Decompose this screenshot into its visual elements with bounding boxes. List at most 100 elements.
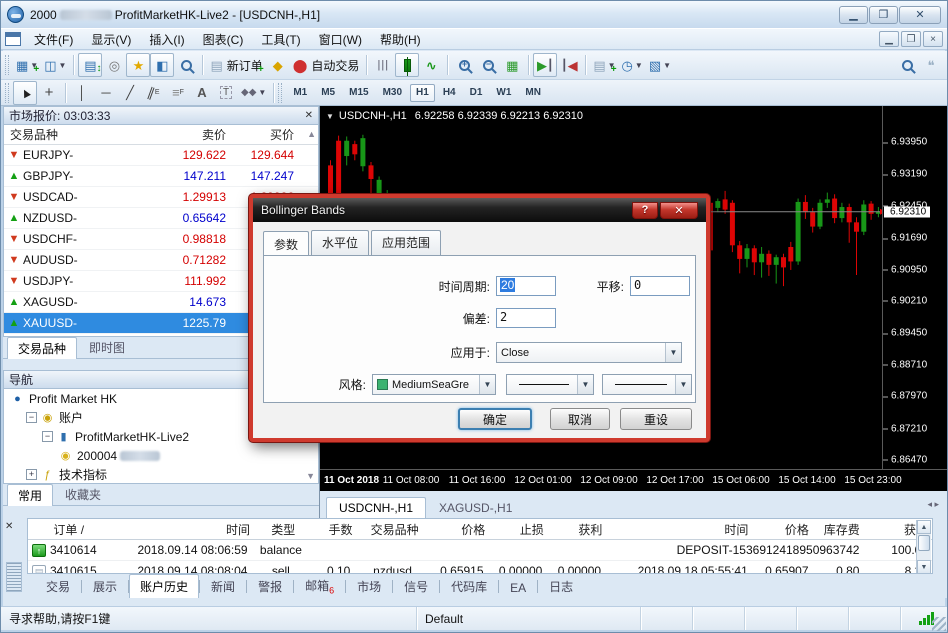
terminal-tab-代码库[interactable]: 代码库 [440,574,498,598]
crosshair-icon[interactable]: + [37,81,61,105]
terminal-col-9[interactable]: 价格 [752,521,813,538]
market-watch-row-gbpjpy[interactable]: ▲GBPJPY-147.211147.247 [4,166,318,187]
horizontal-line-icon[interactable]: ─ [94,81,118,105]
timeframe-w1[interactable]: W1 [490,84,517,102]
chart-tab-scroll-arrows[interactable]: ◂ ▸ [927,499,939,510]
shapes-icon[interactable]: ◆◆▼ [238,81,269,105]
navigator-icon[interactable]: ★ [126,53,150,77]
metaeditor-icon[interactable]: ◆ [266,53,290,77]
collapse-icon[interactable]: − [42,431,53,442]
shift-input[interactable]: 0 [630,276,690,296]
market-watch-icon[interactable]: ▤↕ [78,53,102,77]
dialog-help-button[interactable]: ? [632,202,658,219]
terminal-tab-展示[interactable]: 展示 [82,574,128,598]
scroll-up-icon[interactable]: ▲ [307,129,316,139]
label-icon[interactable]: T [214,81,238,105]
chart-shift-icon[interactable]: ┃◀ [557,53,581,77]
bar-chart-icon[interactable]: ||| [371,53,395,77]
menu-插入I[interactable]: 插入(I) [140,31,193,49]
line-chart-icon[interactable]: ∿ [419,53,443,77]
menu-文件F[interactable]: 文件(F) [25,31,82,49]
channel-icon[interactable]: ∥E [142,81,166,105]
new-chart-icon[interactable]: ▦+▼ [13,53,41,77]
style-width-select[interactable]: ▼ [602,374,692,395]
timeframe-h4[interactable]: H4 [437,84,462,102]
menu-图表C[interactable]: 图表(C) [194,31,253,49]
trendline-icon[interactable]: ╱ [118,81,142,105]
menu-工具T[interactable]: 工具(T) [252,31,309,49]
terminal-col-1[interactable]: 时间 [132,521,254,538]
timeframe-h1[interactable]: H1 [410,84,435,102]
navigator-tab-1[interactable]: 收藏夹 [54,483,112,505]
style-line-select[interactable]: ▼ [506,374,594,395]
terminal-col-3[interactable]: 手数 [313,521,357,538]
menu-帮助H[interactable]: 帮助(H) [371,31,430,49]
timeframe-m1[interactable]: M1 [287,84,313,102]
auto-scroll-icon[interactable]: ▶┃ [533,53,557,77]
market-watch-tab-0[interactable]: 交易品种 [7,337,77,359]
terminal-col-6[interactable]: 止损 [489,521,548,538]
timeframe-mn[interactable]: MN [519,84,547,102]
chart-tab-1[interactable]: XAGUSD-,H1 [426,497,525,518]
market-watch-row-eurjpy[interactable]: ▼EURJPY-129.622129.644 [4,145,318,166]
terminal-close-icon[interactable]: ✕ [5,521,13,532]
timeframe-m5[interactable]: M5 [315,84,341,102]
navigator-tab-0[interactable]: 常用 [7,484,53,506]
cancel-button[interactable]: 取消 [550,408,610,430]
terminal-col-0[interactable]: 订单 / [49,521,132,538]
scrollbar-thumb[interactable] [918,535,930,551]
timeframe-m30[interactable]: M30 [377,84,408,102]
fibonacci-icon[interactable]: ≡F [166,81,190,105]
cursor-icon[interactable]: ▲ [13,81,37,105]
collapse-icon[interactable]: − [26,412,37,423]
chat-icon[interactable]: ❝ [919,53,943,77]
menu-显示V[interactable]: 显示(V) [82,31,140,49]
price-scale[interactable]: 6.939506.931906.924506.916906.909506.902… [882,106,948,469]
indicators-icon[interactable]: ▤+▼ [590,53,618,77]
terminal-tab-新闻[interactable]: 新闻 [200,574,246,598]
new-order-button[interactable]: ▤+新订单 [207,53,265,77]
vertical-line-icon[interactable]: │ [70,81,94,105]
chart-tab-0[interactable]: USDCNH-,H1 [326,497,426,518]
terminal-row-1[interactable]: ▤34106152018.09.14 08:08:04sell0.10nzdus… [28,561,932,574]
maximize-button[interactable]: ❐ [869,6,898,24]
dialog-close-button[interactable]: ✕ [660,202,698,219]
menu-窗口W[interactable]: 窗口(W) [310,31,371,49]
time-scale[interactable]: 11 Oct 201811 Oct 08:0011 Oct 16:0012 Oc… [320,469,948,491]
zoom-out-icon[interactable]: − [476,53,500,77]
terminal-col-5[interactable]: 价格 [433,521,490,538]
close-button[interactable]: ✕ [899,6,941,24]
status-profile[interactable]: Default [417,607,641,630]
period-input[interactable]: 20 [496,276,556,296]
terminal-tab-邮箱[interactable]: 邮箱6 [294,573,345,598]
terminal-icon[interactable]: ◧ [150,53,174,77]
dialog-tab-0[interactable]: 参数 [263,231,309,256]
terminal-tab-交易[interactable]: 交易 [35,574,81,598]
terminal-col-10[interactable]: 库存费 [813,521,864,538]
style-color-select[interactable]: MediumSeaGre ▼ [372,374,496,395]
terminal-col-2[interactable]: 类型 [254,521,313,538]
terminal-tab-账户历史[interactable]: 账户历史 [129,574,199,598]
expand-icon[interactable]: + [26,469,37,480]
search-icon[interactable] [895,53,919,77]
scroll-down-icon[interactable]: ▼ [917,560,931,574]
symbol-dropdown-icon[interactable]: ▼ [326,112,334,121]
terminal-drag-grip[interactable] [6,562,22,592]
nav-node-技术指标[interactable]: +ƒ技术指标 [4,465,318,484]
ok-button[interactable]: 确定 [458,408,532,430]
terminal-tab-EA[interactable]: EA [499,577,537,598]
candlestick-chart-icon[interactable] [395,53,419,77]
tile-windows-icon[interactable]: ▦ [500,53,524,77]
terminal-tab-日志[interactable]: 日志 [538,574,584,598]
col-bid[interactable]: 卖价 [134,126,226,143]
autotrading-button[interactable]: ⬤自动交易 [290,53,363,77]
reset-button[interactable]: 重设 [620,408,692,430]
scroll-down-icon[interactable]: ▼ [306,471,315,481]
scroll-up-icon[interactable]: ▲ [917,520,931,534]
nav-node-200004[interactable]: ◉200004 [4,446,318,465]
minimize-button[interactable]: ▁ [839,6,868,24]
terminal-tab-信号[interactable]: 信号 [393,574,439,598]
timeframe-m15[interactable]: M15 [343,84,374,102]
dialog-tab-2[interactable]: 应用范围 [371,230,441,255]
market-watch-close-icon[interactable]: ✕ [305,110,313,121]
